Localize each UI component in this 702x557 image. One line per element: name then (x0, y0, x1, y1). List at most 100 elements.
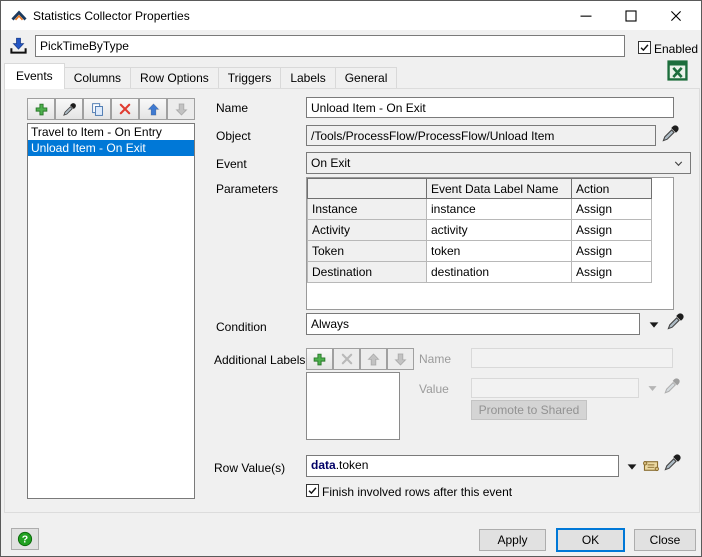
title-bar[interactable]: Statistics Collector Properties (1, 1, 701, 31)
object-label: Object (216, 129, 251, 143)
export-to-excel-button[interactable] (667, 60, 688, 81)
label-value-sampler-button (663, 377, 681, 395)
event-list-item-selected[interactable]: Unload Item - On Exit (28, 140, 194, 156)
delete-x-icon (118, 102, 132, 116)
tab-labels[interactable]: Labels (280, 67, 335, 89)
eyedropper-icon (663, 453, 682, 472)
copy-icon (90, 102, 105, 117)
table-row[interactable]: Destination destination Assign (308, 262, 652, 283)
tab-row-options[interactable]: Row Options (130, 67, 219, 89)
param-col-event-data-label: Event Data Label Name (427, 179, 572, 199)
event-dropdown[interactable]: On Exit (306, 152, 691, 174)
add-event-button[interactable] (27, 98, 55, 120)
maximize-button[interactable] (608, 1, 653, 30)
arrow-up-icon (146, 102, 161, 117)
event-label: Event (216, 157, 247, 171)
param-row-name: Token (308, 241, 427, 262)
param-col-blank (308, 179, 427, 199)
condition-dropdown-button[interactable] (647, 318, 661, 332)
param-row-name: Instance (308, 199, 427, 220)
param-row-name: Activity (308, 220, 427, 241)
param-label-cell[interactable]: instance (427, 199, 572, 220)
eyedropper-icon (666, 312, 685, 331)
table-row[interactable]: Activity activity Assign (308, 220, 652, 241)
statistics-collector-properties-dialog: Statistics Collector Properties Enabled … (0, 0, 702, 557)
parameters-table[interactable]: Event Data Label Name Action Instance in… (307, 178, 652, 283)
label-value-input (471, 378, 639, 398)
move-event-up-button[interactable] (139, 98, 167, 120)
maximize-icon (623, 8, 639, 24)
param-action-cell[interactable]: Assign (572, 199, 652, 220)
collector-name-input[interactable] (35, 35, 625, 57)
help-button[interactable] (11, 528, 39, 550)
sample-event-button[interactable] (55, 98, 83, 120)
ok-button[interactable]: OK (556, 528, 625, 552)
move-event-down-button[interactable] (167, 98, 195, 120)
tab-columns[interactable]: Columns (64, 67, 131, 89)
collector-download-icon (9, 37, 28, 56)
condition-sampler-button[interactable] (666, 312, 685, 331)
close-button[interactable]: Close (634, 529, 696, 551)
param-action-cell[interactable]: Assign (572, 262, 652, 283)
delete-x-icon (340, 352, 354, 366)
add-label-button[interactable] (306, 348, 333, 370)
additional-labels-listbox[interactable] (306, 372, 400, 440)
condition-input[interactable] (306, 313, 640, 335)
row-values-input[interactable]: data.token (306, 455, 619, 477)
row-values-sampler-button[interactable] (663, 453, 682, 472)
flexsim-logo-icon (11, 8, 27, 24)
tab-events[interactable]: Events (4, 63, 65, 89)
eyedropper-icon (663, 377, 681, 395)
tab-triggers[interactable]: Triggers (218, 67, 282, 89)
label-value-dropdown-button (646, 382, 659, 395)
delete-label-button[interactable] (333, 348, 360, 370)
event-name-input[interactable] (306, 97, 674, 118)
triangle-down-icon (647, 318, 661, 332)
event-list-item[interactable]: Travel to Item - On Entry (28, 124, 194, 140)
parameters-table-container: Event Data Label Name Action Instance in… (306, 177, 674, 310)
param-label-cell[interactable]: activity (427, 220, 572, 241)
table-row[interactable]: Token token Assign (308, 241, 652, 262)
object-path-field[interactable] (306, 125, 656, 146)
label-value-label: Value (419, 382, 449, 396)
tab-strip: Events Columns Row Options Triggers Labe… (4, 63, 396, 89)
finish-rows-label: Finish involved rows after this event (322, 485, 512, 499)
flexscript-scroll-icon (642, 457, 660, 475)
move-label-down-button[interactable] (387, 348, 414, 370)
table-row[interactable]: Instance instance Assign (308, 199, 652, 220)
arrow-down-icon (174, 102, 189, 117)
events-listbox[interactable]: Travel to Item - On Entry Unload Item - … (27, 123, 195, 499)
minimize-button[interactable] (563, 1, 608, 30)
param-action-cell[interactable]: Assign (572, 220, 652, 241)
apply-button[interactable]: Apply (479, 529, 546, 551)
delete-event-button[interactable] (111, 98, 139, 120)
finish-rows-checkbox[interactable] (306, 484, 319, 497)
additional-labels-label: Additional Labels (214, 353, 305, 367)
minimize-icon (578, 8, 594, 24)
checkmark-icon (639, 42, 650, 53)
enabled-checkbox[interactable] (638, 41, 651, 54)
row-values-code-button[interactable] (642, 457, 660, 475)
eyedropper-icon (661, 124, 680, 143)
window-title: Statistics Collector Properties (33, 1, 190, 31)
param-label-cell[interactable]: token (427, 241, 572, 262)
copy-event-button[interactable] (83, 98, 111, 120)
eyedropper-icon (62, 102, 77, 117)
param-col-action: Action (572, 179, 652, 199)
event-dropdown-value: On Exit (311, 156, 350, 170)
arrow-down-icon (393, 352, 408, 367)
tab-general[interactable]: General (335, 67, 398, 89)
close-window-button[interactable] (653, 1, 698, 30)
param-label-cell[interactable]: destination (427, 262, 572, 283)
row-values-dropdown-button[interactable] (625, 460, 639, 474)
param-action-cell[interactable]: Assign (572, 241, 652, 262)
param-row-name: Destination (308, 262, 427, 283)
name-label: Name (216, 101, 248, 115)
arrow-up-icon (366, 352, 381, 367)
move-label-up-button[interactable] (360, 348, 387, 370)
condition-label: Condition (216, 320, 267, 334)
triangle-down-icon (646, 382, 659, 395)
object-sampler-button[interactable] (661, 124, 680, 143)
table-header-row: Event Data Label Name Action (308, 179, 652, 199)
row-values-keyword: data (311, 458, 336, 472)
